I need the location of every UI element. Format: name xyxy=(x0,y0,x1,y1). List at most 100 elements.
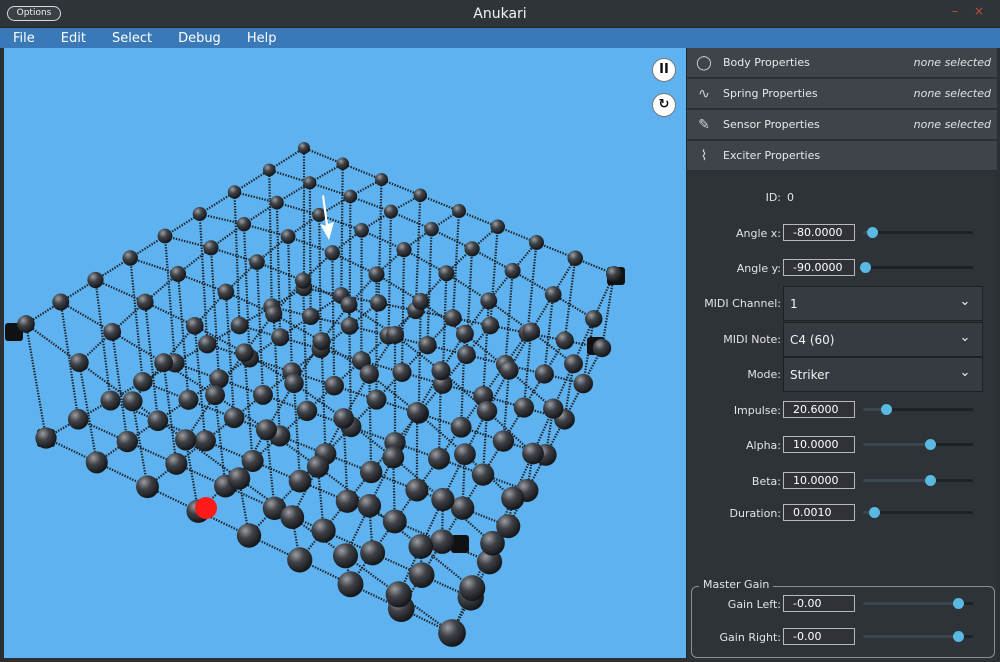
mass-body[interactable] xyxy=(241,449,264,472)
mass-body[interactable] xyxy=(501,486,525,510)
mass-body[interactable] xyxy=(528,234,545,251)
mass-body[interactable] xyxy=(555,331,574,350)
slider-thumb[interactable] xyxy=(952,631,964,642)
alpha-slider[interactable] xyxy=(863,439,973,450)
mass-body[interactable] xyxy=(534,364,554,384)
mass-body[interactable] xyxy=(585,310,603,328)
mass-spring-mesh[interactable] xyxy=(4,48,686,658)
slider-thumb[interactable] xyxy=(860,262,872,273)
pause-button[interactable]: II xyxy=(652,58,676,82)
spring[interactable] xyxy=(331,252,336,386)
slider-thumb[interactable] xyxy=(925,475,937,486)
mass-body[interactable] xyxy=(284,373,304,394)
mass-body[interactable] xyxy=(429,529,455,554)
mass-body[interactable] xyxy=(324,245,340,261)
mass-body[interactable] xyxy=(87,271,104,289)
mass-body[interactable] xyxy=(230,316,249,335)
mass-body[interactable] xyxy=(294,272,312,289)
mass-body[interactable] xyxy=(154,353,174,373)
mass-body[interactable] xyxy=(203,240,219,256)
mass-body[interactable] xyxy=(192,206,207,222)
mass-body[interactable] xyxy=(236,523,262,548)
menu-edit[interactable]: Edit xyxy=(61,31,86,46)
mass-body[interactable] xyxy=(336,157,350,171)
spring[interactable] xyxy=(255,262,265,395)
mass-body[interactable] xyxy=(198,335,217,354)
mass-body[interactable] xyxy=(431,361,451,381)
mass-body[interactable] xyxy=(360,460,383,484)
mass-body[interactable] xyxy=(408,534,434,559)
slider-thumb[interactable] xyxy=(925,439,937,450)
mass-body[interactable] xyxy=(255,419,278,441)
slider-thumb[interactable] xyxy=(881,404,893,415)
mass-body[interactable] xyxy=(136,293,154,311)
mass-body[interactable] xyxy=(340,317,359,335)
mass-body[interactable] xyxy=(480,530,505,556)
mass-body[interactable] xyxy=(504,262,521,279)
mass-body[interactable] xyxy=(382,446,405,469)
spring[interactable] xyxy=(163,235,177,364)
mass-body[interactable] xyxy=(223,407,245,429)
spring[interactable] xyxy=(318,214,322,349)
spring[interactable] xyxy=(25,323,80,364)
mass-body[interactable] xyxy=(592,338,612,358)
section-body-properties[interactable]: ◯ Body Properties none selected xyxy=(687,48,997,78)
mass-body[interactable] xyxy=(382,509,407,534)
mass-body[interactable] xyxy=(205,385,226,406)
section-spring-properties[interactable]: ∿ Spring Properties none selected xyxy=(687,79,997,109)
mass-body[interactable] xyxy=(236,216,252,232)
spring[interactable] xyxy=(24,323,48,439)
spring[interactable] xyxy=(162,362,178,464)
gain-right-slider[interactable] xyxy=(863,631,973,642)
mass-body[interactable] xyxy=(136,475,159,499)
mass-body[interactable] xyxy=(103,322,122,341)
duration-slider[interactable] xyxy=(863,507,973,518)
mass-body[interactable] xyxy=(227,467,251,490)
mass-body[interactable] xyxy=(324,375,344,396)
mass-body[interactable] xyxy=(333,408,354,429)
mass-body[interactable] xyxy=(368,266,385,283)
mass-body[interactable] xyxy=(513,397,535,418)
mass-body[interactable] xyxy=(386,325,404,344)
mass-body[interactable] xyxy=(374,172,389,187)
alpha-field[interactable]: 10.0000 xyxy=(783,436,855,453)
mass-body[interactable] xyxy=(17,315,35,333)
mass-body[interactable] xyxy=(454,443,476,466)
mass-body[interactable] xyxy=(270,195,284,210)
mass-body[interactable] xyxy=(69,353,89,373)
angle-y-field[interactable]: -90.0000 xyxy=(783,259,855,276)
mass-body[interactable] xyxy=(522,322,541,341)
mass-body[interactable] xyxy=(194,430,216,452)
angle-y-slider[interactable] xyxy=(860,262,973,273)
spring[interactable] xyxy=(233,191,241,326)
mass-body[interactable] xyxy=(227,185,242,199)
mass-body[interactable] xyxy=(312,332,331,351)
mass-body[interactable] xyxy=(418,336,437,355)
mass-body[interactable] xyxy=(298,142,310,154)
spring[interactable] xyxy=(287,236,293,372)
beta-field[interactable]: 10.0000 xyxy=(783,472,855,489)
mass-body[interactable] xyxy=(170,265,187,282)
mass-body[interactable] xyxy=(332,543,359,569)
mass-body[interactable] xyxy=(335,489,360,513)
slider-thumb[interactable] xyxy=(869,507,880,518)
mass-body[interactable] xyxy=(480,292,498,310)
mass-body[interactable] xyxy=(301,307,320,326)
mass-body[interactable] xyxy=(271,328,290,347)
mass-body[interactable] xyxy=(311,518,336,543)
spring[interactable] xyxy=(482,300,490,396)
spring[interactable] xyxy=(176,273,190,400)
mass-body[interactable] xyxy=(471,463,495,486)
menu-select[interactable]: Select xyxy=(112,31,152,46)
mass-body[interactable] xyxy=(605,265,623,283)
mass-body[interactable] xyxy=(392,362,412,382)
mass-body[interactable] xyxy=(385,581,412,608)
mass-body[interactable] xyxy=(366,389,387,410)
slider-thumb[interactable] xyxy=(866,227,878,238)
mass-body[interactable] xyxy=(287,547,313,573)
spring[interactable] xyxy=(242,224,251,359)
mass-body[interactable] xyxy=(499,360,519,380)
mass-body[interactable] xyxy=(147,410,169,432)
mode-select[interactable]: Striker ⌄ xyxy=(783,357,983,392)
mass-body[interactable] xyxy=(178,389,199,410)
